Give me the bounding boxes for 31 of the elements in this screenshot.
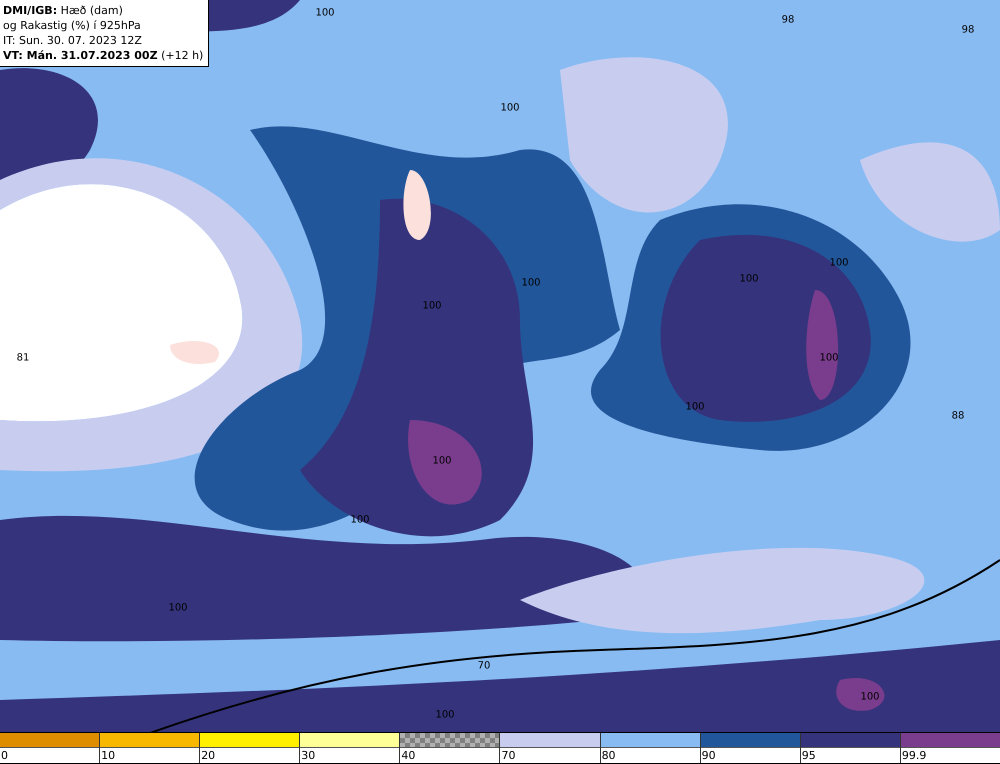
- contour-label: 100: [521, 278, 541, 288]
- contour-label: 81: [16, 352, 30, 364]
- contour-label: 100: [422, 300, 442, 312]
- contour-label: 100: [315, 8, 335, 18]
- contour-label: 98: [782, 14, 794, 26]
- info-text: IT: Sun. 30. 07. 2023 12Z: [3, 33, 143, 48]
- legend-label: 99.9: [900, 748, 926, 763]
- contour-label: 100: [829, 258, 849, 268]
- legend-label: 80: [600, 748, 616, 763]
- info-text: og Rakastig (%) í 925hPa: [3, 18, 142, 33]
- contour-label: 100: [860, 692, 880, 702]
- contour-label: 88: [952, 410, 964, 422]
- info-text: VT: Mán. 31.07.2023 00Z (+12 h): [3, 48, 204, 63]
- info-title: DMI/IGB: Hæð (dam): [3, 3, 124, 18]
- legend-label: 10: [100, 748, 116, 763]
- contour-label: 100: [435, 710, 455, 720]
- contour-label: 100: [500, 102, 520, 114]
- contour-label: 100: [432, 456, 452, 466]
- contour-label: 100: [739, 274, 759, 284]
- contour-label: 70: [478, 660, 490, 672]
- legend-label: 20: [200, 748, 216, 763]
- legend-label: 70: [500, 748, 516, 763]
- legend-label: 95: [800, 748, 816, 763]
- legend-label: 40: [400, 748, 416, 763]
- legend-label: 90: [700, 748, 716, 763]
- contour-label: 100: [168, 602, 188, 614]
- contour-label: 98: [962, 24, 974, 36]
- contour-label: 100: [685, 402, 705, 412]
- legend-label: 0: [0, 748, 8, 763]
- contour-label: 100: [819, 352, 839, 364]
- legend-label: 30: [300, 748, 316, 763]
